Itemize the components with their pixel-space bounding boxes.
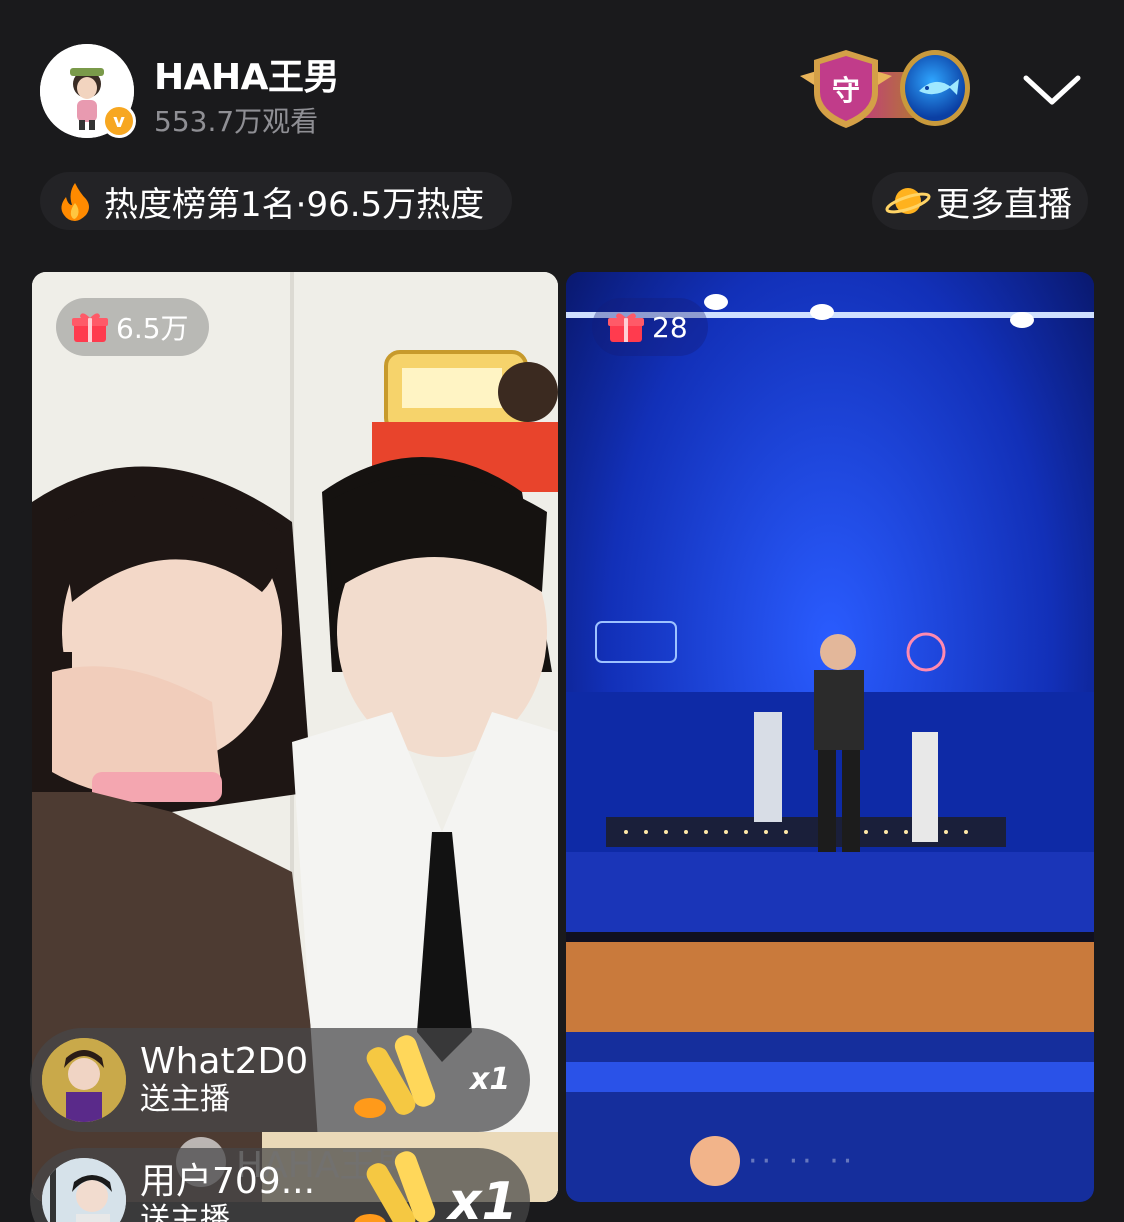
glow-stick-gift-icon xyxy=(354,1151,436,1222)
hot-rank-text: 热度榜第1名·96.5万热度 xyxy=(104,184,485,225)
verified-badge: v xyxy=(102,104,136,138)
right-host-name-blurred: ·· ·· ·· xyxy=(748,1143,857,1179)
gift-count: 6.5万 xyxy=(116,312,189,345)
view-count: 553.7万观看 xyxy=(154,105,319,138)
gift-quantity: x1 xyxy=(448,1172,518,1222)
more-live-button[interactable]: 更多直播 xyxy=(872,172,1088,230)
badge-group[interactable]: 守 xyxy=(796,46,976,132)
host-avatar[interactable]: v xyxy=(40,44,136,138)
gift-count: 28 xyxy=(652,310,688,344)
gift-count-pill[interactable]: 6.5万 xyxy=(56,298,209,356)
live-header: v HAHA王男 553.7万观看 守 xyxy=(0,0,1124,160)
gift-quantity: x1 xyxy=(470,1062,511,1097)
sender-action: 送主播 xyxy=(140,1082,230,1117)
right-stream-video xyxy=(566,272,1094,1202)
gift-message-row[interactable]: 用户709... 送主播 x1 xyxy=(30,1148,530,1222)
glow-stick-gift-icon xyxy=(354,1035,436,1118)
host-name[interactable]: HAHA王男 xyxy=(154,48,339,100)
sender-name: 用户709... xyxy=(140,1161,316,1202)
guard-badge-icon[interactable]: 守 xyxy=(796,46,896,132)
gift-message-row[interactable]: What2D0 送主播 x1 xyxy=(30,1028,530,1132)
gift-count-pill[interactable]: 28 xyxy=(592,298,708,356)
sender-avatar xyxy=(42,1038,126,1122)
right-panel-host-tag[interactable]: ·· ·· ·· xyxy=(690,1136,856,1186)
fish-badge-icon[interactable] xyxy=(900,50,970,126)
flame-icon xyxy=(61,183,89,221)
right-stream-panel[interactable]: 28 xyxy=(566,272,1094,1202)
chevron-down-icon[interactable] xyxy=(1020,70,1084,110)
gift-icon xyxy=(608,313,644,342)
planet-icon xyxy=(885,188,931,214)
sender-action: 送主播 xyxy=(140,1202,230,1222)
hot-rank-pill[interactable]: 热度榜第1名·96.5万热度 xyxy=(40,172,513,230)
sender-avatar xyxy=(42,1158,126,1222)
sender-name: What2D0 xyxy=(140,1041,309,1082)
more-live-label: 更多直播 xyxy=(936,184,1072,225)
gift-icon xyxy=(72,313,108,342)
right-host-avatar xyxy=(690,1136,740,1186)
guard-badge-label: 守 xyxy=(832,74,860,107)
